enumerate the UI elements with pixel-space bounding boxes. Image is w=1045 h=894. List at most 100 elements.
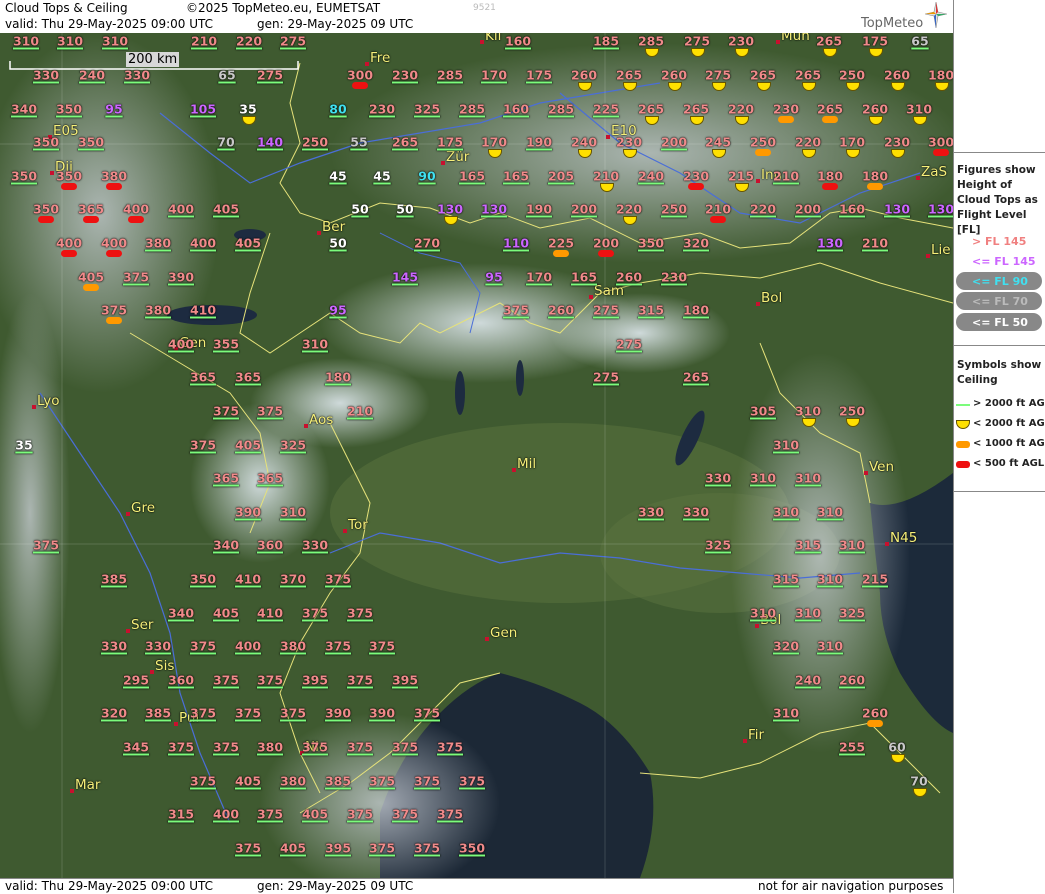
cloud-top-label: 385 (324, 773, 352, 789)
cloud-top-label: 90 (418, 168, 436, 184)
city-marker-icon (365, 62, 369, 66)
cloud-top-label: 265 (637, 101, 665, 117)
cloud-top-label: 265 (615, 67, 643, 83)
cloud-top-label: 260 (570, 67, 598, 83)
cloud-top-label: 55 (350, 134, 368, 150)
cloud-top-label: 350 (458, 840, 486, 856)
cloud-top-label: 255 (838, 739, 866, 755)
cloud-top-label: 405 (234, 235, 262, 251)
cloud-top-label: 345 (122, 739, 150, 755)
ceiling-symbol-below-500 (83, 216, 99, 223)
cloud-top-label: 265 (391, 134, 419, 150)
cloud-top-label: 395 (391, 672, 419, 688)
disclaimer-text: not for air navigation purposes (758, 879, 944, 893)
cloud-top-label: 45 (373, 168, 391, 184)
cloud-top-label: 65 (911, 33, 929, 49)
satellite-map[interactable]: 200 km Fre Kli Mün E05 Dij Zür E10 Inn ZaS Ber Lie… (0, 33, 953, 878)
cloud-top-label: 260 (660, 67, 688, 83)
cloud-top-label: 220 (615, 201, 643, 217)
cloud-top-label: 275 (615, 336, 643, 352)
city-label: Sam (594, 283, 624, 299)
cloud-top-label: 260 (547, 302, 575, 318)
cloud-top-label: 375 (122, 269, 150, 285)
cloud-top-label: 230 (660, 269, 688, 285)
cloud-top-label: 320 (682, 235, 710, 251)
ceiling-symbol-below-500 (352, 82, 368, 89)
cloud-top-label: 165 (502, 168, 530, 184)
cloud-top-label: 380 (256, 739, 284, 755)
cloud-top-label: 310 (772, 705, 800, 721)
cloud-top-label: 275 (592, 302, 620, 318)
cloud-top-label: 375 (368, 840, 396, 856)
cloud-top-label: 400 (55, 235, 83, 251)
cloud-top-label: 300 (346, 67, 374, 83)
cloud-top-label: 230 (615, 134, 643, 150)
cloud-top-label: 375 (346, 605, 374, 621)
cloud-top-label: 410 (256, 605, 284, 621)
cloud-top-label: 160 (504, 33, 532, 49)
cloud-top-label: 265 (815, 33, 843, 49)
cloud-top-label: 310 (12, 33, 40, 49)
city-label: Lyo (37, 393, 60, 409)
ceiling-symbol-below-500 (710, 216, 726, 223)
cloud-top-label: 375 (212, 739, 240, 755)
cloud-top-label: 240 (570, 134, 598, 150)
city-marker-icon (126, 629, 130, 633)
cloud-top-label: 240 (78, 67, 106, 83)
cloud-top-label: 260 (615, 269, 643, 285)
cloud-top-label: 410 (234, 571, 262, 587)
cloud-top-label: 310 (101, 33, 129, 49)
cloud-top-label: 130 (436, 201, 464, 217)
cloud-top-label: 310 (794, 470, 822, 486)
city-marker-icon (885, 542, 889, 546)
legend-item-fl: > FL 145 (972, 235, 1027, 248)
ceiling-legend-title: Symbols show Ceiling (957, 359, 1042, 386)
cloud-top-label: 375 (324, 638, 352, 654)
cloud-top-label: 330 (301, 537, 329, 553)
cloud-top-label: 130 (927, 201, 953, 217)
cloud-top-label: 390 (234, 504, 262, 520)
cloud-top-label: 175 (436, 134, 464, 150)
city-label: Mar (75, 777, 101, 793)
cloud-top-label: 400 (122, 201, 150, 217)
cloud-top-label: 165 (458, 168, 486, 184)
cloud-top-legend: Figures show Height of Cloud Tops as Fli… (954, 152, 1045, 343)
cloud-top-label: 330 (32, 67, 60, 83)
cloud-top-label: 265 (682, 369, 710, 385)
chart-title: Cloud Tops & Ceiling (5, 1, 128, 15)
cloud-top-label: 375 (391, 739, 419, 755)
cloud-top-label: 330 (682, 504, 710, 520)
cloud-top-label: 250 (838, 403, 866, 419)
ceiling-symbol-below-500 (61, 250, 77, 257)
logo-star-icon (925, 2, 947, 28)
ceiling-symbol-below-1000 (822, 116, 838, 123)
cloud-top-label: 210 (190, 33, 218, 49)
cloud-top-label: 175 (861, 33, 889, 49)
cloud-top-label: 375 (368, 638, 396, 654)
ceiling-symbol-below-1000 (867, 720, 883, 727)
city-label: Gre (131, 500, 156, 516)
ceiling-symbol-below-1000 (778, 116, 794, 123)
cloud-top-label: 375 (32, 537, 60, 553)
city-marker-icon (317, 231, 321, 235)
cloud-top-label: 185 (592, 33, 620, 49)
city-label: Zür (446, 149, 470, 165)
city-label: Fir (748, 727, 765, 743)
cloud-top-label: 265 (682, 101, 710, 117)
cloud-top-label: 400 (212, 806, 240, 822)
cloud-top-label: 180 (682, 302, 710, 318)
cloud-top-label: 105 (189, 101, 217, 117)
cloud-top-label: 360 (167, 672, 195, 688)
cloud-top-label: 380 (100, 168, 128, 184)
cloud-top-label: 330 (704, 470, 732, 486)
cloud-top-label: 330 (123, 67, 151, 83)
cloud-top-label: 350 (77, 134, 105, 150)
cloud-top-label: 390 (368, 705, 396, 721)
cloud-top-label: 385 (144, 705, 172, 721)
cloud-top-label: 175 (525, 67, 553, 83)
cloud-top-label: 375 (234, 840, 262, 856)
cloud-top-label: 45 (329, 168, 347, 184)
cloud-top-label: 50 (329, 235, 347, 251)
cloud-top-label: 375 (413, 840, 441, 856)
cloud-top-label: 375 (256, 806, 284, 822)
